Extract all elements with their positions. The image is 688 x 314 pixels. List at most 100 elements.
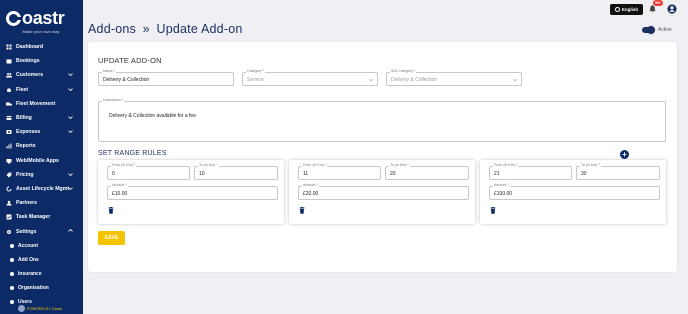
notification-badge: 99+ — [653, 0, 663, 6]
brand-tagline: Make your own way — [22, 29, 60, 34]
sidebar-item-label: Partners — [16, 200, 38, 207]
bullet-icon — [10, 299, 14, 304]
sidebar-item-task-manager[interactable]: Task Manager — [0, 210, 83, 224]
breadcrumb-separator: » — [142, 22, 150, 36]
sidebar-item-reports[interactable]: Reports — [0, 139, 83, 153]
sidebar-subitem-insurance[interactable]: Insurance — [0, 267, 83, 281]
sidebar-item-dashboard[interactable]: Dashboard — [0, 40, 83, 54]
pricing-icon — [5, 172, 12, 178]
chevron-down-icon — [68, 87, 73, 91]
partners-icon — [5, 200, 12, 206]
chevron-up-icon — [68, 229, 73, 233]
to-km-field[interactable]: To (in Km) * 30 — [576, 163, 660, 180]
breadcrumb-parent[interactable]: Add-ons — [88, 22, 136, 36]
from-km-field[interactable]: From (in Km) * 0 — [107, 163, 190, 180]
bullet-icon — [10, 285, 14, 290]
sidebar: oastr Make your own way Dashboard Booking… — [0, 0, 83, 314]
add-rule-button[interactable]: + — [620, 150, 629, 159]
active-label: Active — [658, 27, 672, 33]
sidebar-item-billing[interactable]: Billing — [0, 111, 83, 125]
sidebar-item-label: Asset Lifecycle Mgmt — [16, 185, 70, 192]
sidebar-item-label: Fleet Movement — [16, 100, 56, 107]
sidebar-item-expenses[interactable]: Expenses — [0, 125, 83, 139]
sidebar-subitem-add-ons[interactable]: Add Ons — [0, 253, 83, 267]
to-km-field[interactable]: To (in Km) * 10 — [194, 163, 278, 180]
amount-field[interactable]: Amount * £20.00 — [298, 183, 469, 200]
sidebar-item-label: Pricing — [16, 171, 34, 178]
range-rule-card: From (in Km) * 21 To (in Km) * 30 Amount * £1… — [480, 160, 666, 224]
delete-rule-icon[interactable] — [490, 207, 496, 214]
chevron-down-icon — [68, 172, 73, 176]
active-toggle[interactable] — [642, 26, 655, 34]
category-select[interactable]: Category * Service — [242, 69, 378, 86]
billing-icon — [5, 115, 12, 121]
user-account-icon[interactable] — [667, 4, 677, 14]
sidebar-item-pricing[interactable]: Pricing — [0, 168, 83, 182]
reports-icon — [5, 143, 12, 149]
breadcrumb-current: Update Add-on — [156, 22, 243, 36]
sidebar-item-asset-lifecycle-mgmt[interactable]: Asset Lifecycle Mgmt — [0, 182, 83, 196]
sidebar-item-customers[interactable]: Customers — [0, 68, 83, 82]
chevron-down-icon — [68, 116, 73, 120]
sidebar-subitem-label: Account — [18, 242, 38, 249]
sidebar-nav: Dashboard Bookings Customers Fleet Fleet Mov… — [0, 40, 83, 309]
globe-icon — [614, 7, 620, 12]
sidebar-item-bookings[interactable]: Bookings — [0, 54, 83, 68]
sidebar-item-partners[interactable]: Partners — [0, 196, 83, 210]
sub-category-select[interactable]: Sub Category * Delivery & Collection — [386, 69, 522, 86]
sidebar-item-label: Billing — [16, 115, 32, 122]
range-rule-card: From (in Km) * 11 To (in Km) * 20 Amount * £2… — [289, 160, 475, 224]
logo-mark-icon — [6, 11, 22, 26]
sidebar-subitem-label: Users — [18, 298, 32, 305]
chevron-down-icon — [513, 78, 517, 82]
update-addon-card: UPDATE ADD-ON Name * Delivery & Collecti… — [88, 42, 677, 272]
sidebar-item-label: Fleet — [16, 86, 29, 93]
sidebar-item-web-mobile-apps[interactable]: Web/Mobile Apps — [0, 154, 83, 168]
to-km-field[interactable]: To (in Km) * 20 — [385, 163, 469, 180]
sidebar-item-fleet[interactable]: Fleet — [0, 83, 83, 97]
sidebar-item-label: Task Manager — [16, 214, 51, 221]
customers-icon — [5, 72, 12, 78]
powered-by: POWERED BY Coastr — [18, 305, 62, 312]
apps-icon — [5, 158, 12, 164]
from-km-field[interactable]: From (in Km) * 21 — [489, 163, 572, 180]
sidebar-item-label: Expenses — [16, 129, 41, 136]
truck-icon — [5, 101, 12, 107]
sidebar-subitem-label: Add Ons — [18, 256, 39, 263]
amount-field[interactable]: Amount * £100.00 — [489, 183, 660, 200]
chevron-down-icon — [68, 73, 73, 77]
bullet-icon — [10, 271, 14, 276]
sidebar-item-label: Reports — [16, 143, 36, 150]
brand-logo[interactable]: oastr Make your own way — [6, 8, 76, 34]
delete-rule-icon[interactable] — [108, 207, 114, 214]
dashboard-icon — [5, 44, 12, 50]
expenses-icon — [5, 129, 12, 135]
bullet-icon — [10, 257, 14, 262]
sidebar-item-label: Web/Mobile Apps — [16, 157, 59, 164]
name-field[interactable]: Name * Delivery & Collection — [98, 69, 234, 86]
powered-logo-icon — [18, 305, 25, 312]
sidebar-subitem-label: Organisation — [18, 284, 49, 291]
bullet-icon — [10, 243, 14, 248]
sidebar-item-label: Bookings — [16, 58, 40, 65]
sidebar-item-label: Customers — [16, 72, 44, 79]
sidebar-subitem-organisation[interactable]: Organisation — [0, 281, 83, 295]
language-button[interactable]: English — [610, 4, 643, 15]
car-icon — [5, 87, 12, 93]
from-km-field[interactable]: From (in Km) * 11 — [298, 163, 381, 180]
chevron-down-icon — [68, 187, 73, 190]
delete-rule-icon[interactable] — [299, 207, 305, 214]
sidebar-subitem-label: Insurance — [18, 270, 42, 277]
gear-icon — [5, 229, 12, 235]
amount-field[interactable]: Amount * £10.00 — [107, 183, 278, 200]
description-field[interactable]: Description * Delivery & Collection avai… — [98, 98, 666, 142]
save-button[interactable]: SAVE — [98, 231, 125, 245]
sidebar-subitem-account[interactable]: Account — [0, 239, 83, 253]
sidebar-item-settings[interactable]: Settings — [0, 224, 83, 238]
sidebar-item-label: Settings — [16, 228, 37, 235]
tasks-icon — [5, 214, 12, 220]
chevron-down-icon — [369, 78, 373, 82]
lifecycle-icon — [5, 186, 12, 192]
chevron-down-icon — [68, 130, 73, 134]
sidebar-item-fleet-movement[interactable]: Fleet Movement — [0, 97, 83, 111]
